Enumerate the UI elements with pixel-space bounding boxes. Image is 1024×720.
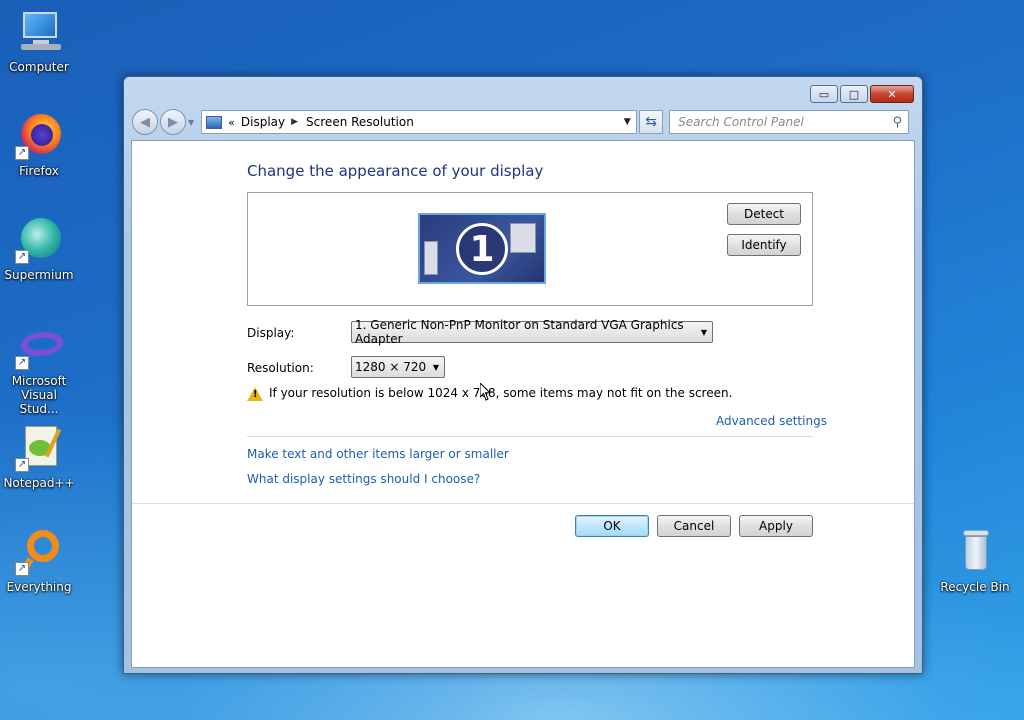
desktop-icon-label: Everything [6,580,72,594]
mouse-pointer-icon [480,383,492,401]
breadcrumb-separator-icon[interactable]: ▶ [291,117,298,127]
back-arrow-icon: ◀ [140,114,150,130]
address-bar[interactable]: « Display ▶ Screen Resolution ▼ [201,110,638,134]
divider [247,436,813,437]
firefox-icon: ↗ [15,112,63,160]
desktop-icon-recycle-bin[interactable]: Recycle Bin [936,528,1014,594]
page-title: Change the appearance of your display [247,162,544,180]
monitor-preview-area: 1 Detect Identify [247,192,813,306]
identify-button[interactable]: Identify [727,234,801,256]
desktop-icon-computer[interactable]: Computer [0,8,78,74]
monitor-1-thumbnail[interactable]: 1 [418,213,546,284]
text-size-link[interactable]: Make text and other items larger or smal… [247,447,509,461]
desktop-icon-everything[interactable]: ↗ Everything [0,528,78,594]
refresh-button[interactable]: ⇆ [639,110,664,134]
shortcut-arrow-icon: ↗ [15,562,29,576]
shortcut-arrow-icon: ↗ [15,146,29,160]
visual-studio-icon: ↗ [15,326,67,370]
forward-button[interactable]: ▶ [160,109,186,135]
back-button[interactable]: ◀ [132,109,158,135]
breadcrumb-overflow[interactable]: « [228,116,235,129]
close-button[interactable]: ✕ [870,85,914,103]
desktop-icon-supermium[interactable]: ↗ Supermium [0,216,78,282]
display-label: Display: [247,326,295,340]
desktop-icon-firefox[interactable]: ↗ Firefox [0,112,78,178]
notepadpp-icon: ↗ [15,424,63,472]
shortcut-arrow-icon: ↗ [15,458,29,472]
ok-button[interactable]: OK [575,515,649,537]
desktop-icon-label: Firefox [19,164,59,178]
screen-resolution-window: ▭ □ ✕ ◀ ▶ ▼ « Display ▶ Screen Resolutio… [123,76,923,674]
detect-button[interactable]: Detect [727,203,801,225]
desktop-icon-notepadpp[interactable]: ↗ Notepad++ [0,424,78,490]
apply-button[interactable]: Apply [739,515,813,537]
shortcut-arrow-icon: ↗ [15,356,29,370]
resolution-warning-text: If your resolution is below 1024 x 768, … [269,386,733,400]
footer-divider [132,503,914,504]
chevron-down-icon: ▼ [700,327,707,337]
control-panel-icon [206,115,223,129]
recycle-bin-icon [951,528,999,576]
display-settings-help-link[interactable]: What display settings should I choose? [247,472,480,486]
warning-icon: ! [247,387,263,401]
recent-pages-dropdown[interactable]: ▼ [188,118,194,127]
resolution-select[interactable]: 1280 × 720 ▼ [351,356,445,378]
supermium-icon: ↗ [15,216,63,264]
everything-icon: ↗ [15,528,63,576]
resolution-select-value: 1280 × 720 [355,360,427,374]
preview-window-left [424,241,438,275]
breadcrumb-screen-resolution[interactable]: Screen Resolution [306,115,414,129]
monitor-number-badge: 1 [456,223,508,275]
desktop-icon-label: Notepad++ [3,476,75,490]
computer-icon [15,8,63,56]
chevron-down-icon: ▼ [432,362,439,372]
preview-window-right [510,223,536,253]
desktop-icon-label: Computer [9,60,69,74]
search-placeholder: Search Control Panel [678,115,804,129]
forward-arrow-icon: ▶ [168,114,178,130]
caption-buttons: ▭ □ ✕ [810,85,914,103]
breadcrumb-display[interactable]: Display [241,115,285,129]
desktop-icon-label: Supermium [4,268,74,282]
desktop-icon-label: Microsoft Visual Stud... [11,374,67,416]
maximize-button[interactable]: □ [840,85,868,103]
resolution-label: Resolution: [247,361,314,375]
search-input[interactable]: Search Control Panel ⚲ [669,110,910,134]
cancel-button[interactable]: Cancel [657,515,731,537]
search-icon[interactable]: ⚲ [893,115,903,130]
content-pane: Change the appearance of your display 1 … [131,140,915,668]
address-dropdown-icon[interactable]: ▼ [618,117,636,127]
display-select[interactable]: 1. Generic Non-PnP Monitor on Standard V… [351,318,713,346]
navigation-bar: ◀ ▶ ▼ « Display ▶ Screen Resolution ▼ ⇆ … [132,109,914,135]
shortcut-arrow-icon: ↗ [15,250,29,264]
desktop-icon-visual-studio[interactable]: ↗ Microsoft Visual Stud... [0,326,78,416]
refresh-icon: ⇆ [645,114,658,130]
advanced-settings-link[interactable]: Advanced settings [716,414,827,428]
minimize-button[interactable]: ▭ [810,85,838,103]
desktop-icon-label: Recycle Bin [940,580,1010,594]
display-select-value: 1. Generic Non-PnP Monitor on Standard V… [355,318,684,346]
